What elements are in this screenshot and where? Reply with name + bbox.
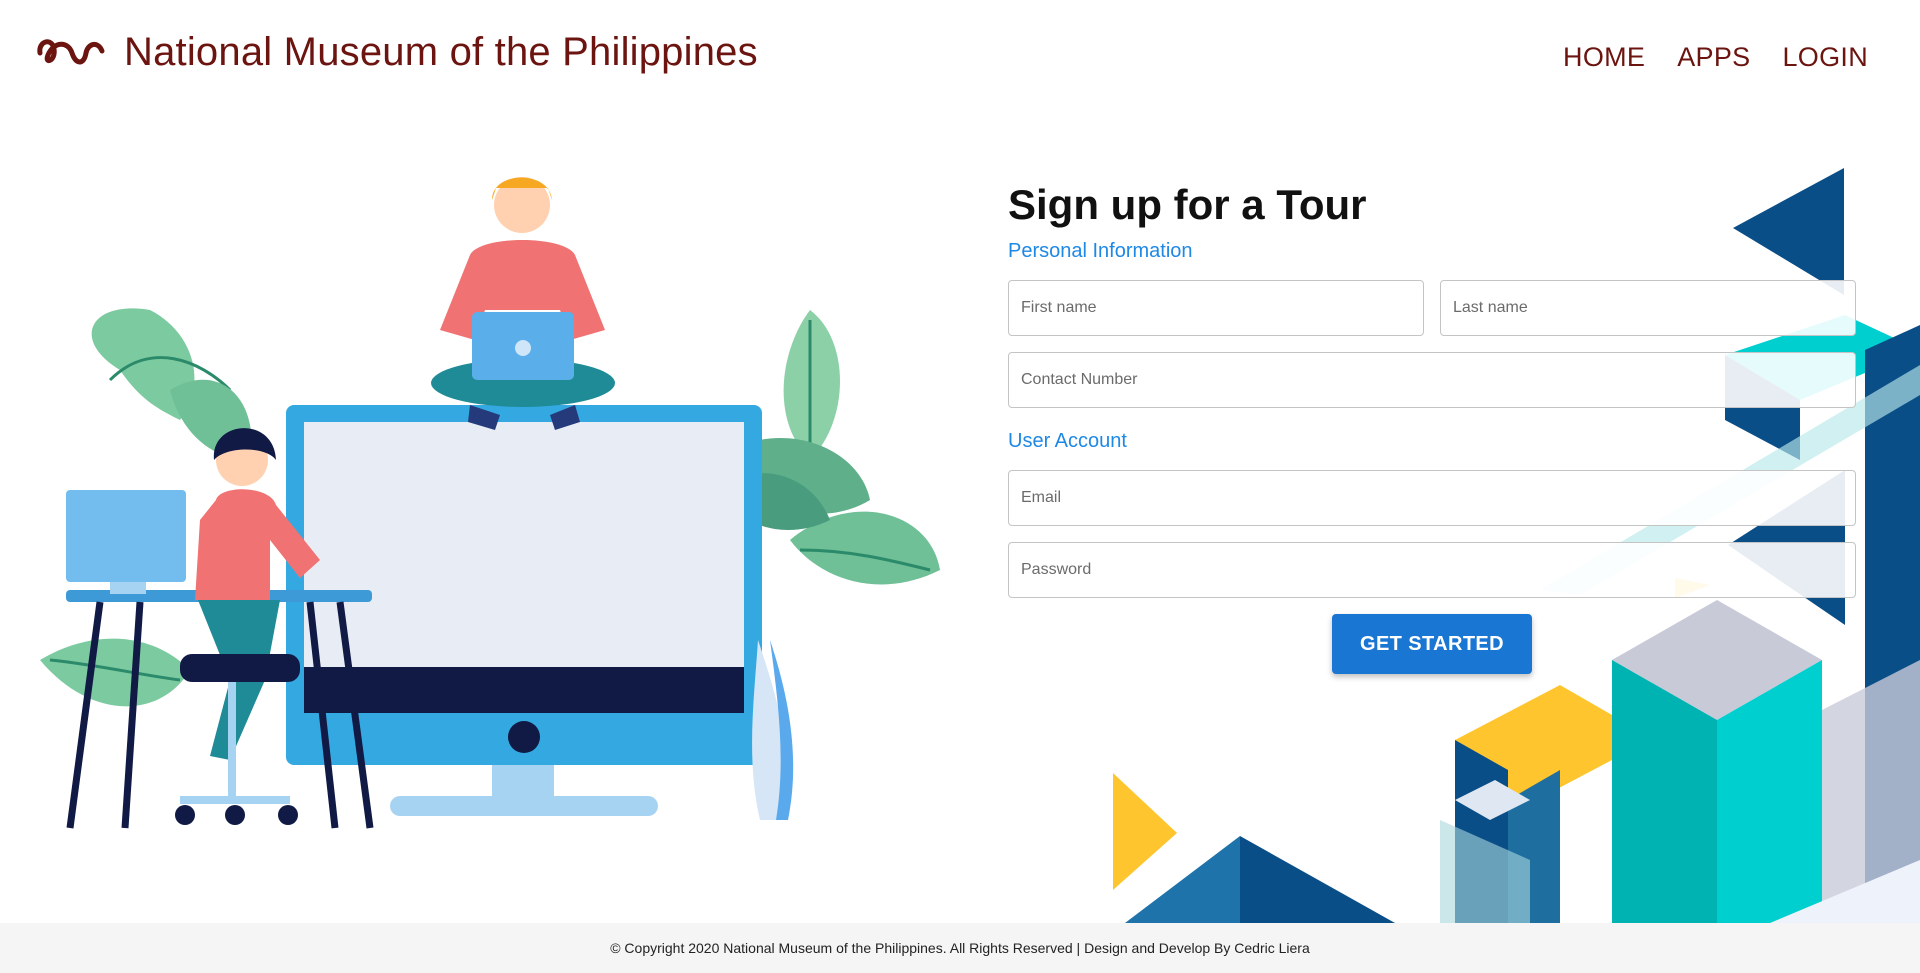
name-row (1008, 280, 1856, 336)
yellow-triangle (1113, 773, 1177, 890)
personal-info-heading: Personal Information (1008, 240, 1193, 262)
submit-wrap: GET STARTED (1008, 614, 1856, 674)
form-title: Sign up for a Tour (1008, 181, 1367, 228)
contact-row (1008, 352, 1856, 408)
user-account-heading: User Account (1008, 430, 1127, 452)
site-footer: © Copyright 2020 National Museum of the … (0, 923, 1920, 973)
email-row (1008, 470, 1856, 526)
nav-apps-link[interactable]: APPS (1677, 42, 1750, 73)
nav-home-link[interactable]: HOME (1563, 42, 1645, 73)
main-nav: HOME APPS LOGIN (1563, 42, 1868, 73)
contact-number-input[interactable] (1008, 352, 1856, 408)
last-name-input[interactable] (1440, 280, 1856, 336)
workspace-illustration (40, 177, 940, 829)
man-with-laptop (431, 177, 615, 430)
email-input[interactable] (1008, 470, 1856, 526)
site-title: National Museum of the Philippines (124, 30, 758, 74)
get-started-button[interactable]: GET STARTED (1332, 614, 1532, 674)
password-row (1008, 542, 1856, 598)
brand[interactable]: National Museum of the Philippines (34, 30, 758, 75)
password-input[interactable] (1008, 542, 1856, 598)
signup-form: Sign up for a Tour Personal Information … (1008, 180, 1856, 674)
vase (752, 640, 794, 820)
copyright-text: © Copyright 2020 National Museum of the … (610, 940, 1310, 956)
site-header: National Museum of the Philippines HOME … (0, 0, 1920, 120)
nav-login-link[interactable]: LOGIN (1782, 42, 1868, 73)
museum-logo-icon (37, 38, 105, 64)
first-name-input[interactable] (1008, 280, 1424, 336)
